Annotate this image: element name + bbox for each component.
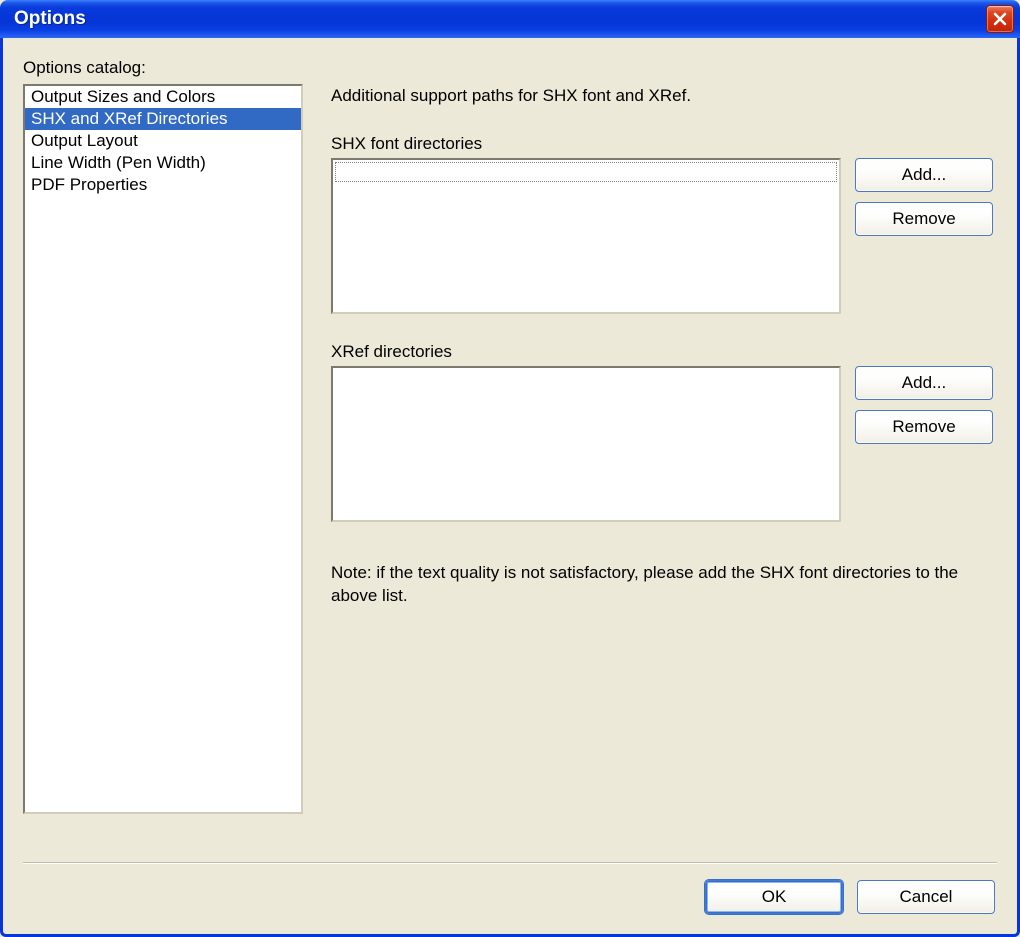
window-title: Options: [14, 8, 86, 30]
catalog-item-1[interactable]: SHX and XRef Directories: [25, 108, 301, 130]
shx-add-button[interactable]: Add...: [855, 158, 993, 192]
close-icon: [993, 12, 1007, 26]
xref-directories-label: XRef directories: [331, 342, 997, 362]
catalog-item-4[interactable]: PDF Properties: [25, 174, 301, 196]
xref-add-button[interactable]: Add...: [855, 366, 993, 400]
options-catalog-list[interactable]: Output Sizes and ColorsSHX and XRef Dire…: [23, 84, 303, 814]
catalog-item-2[interactable]: Output Layout: [25, 130, 301, 152]
right-panel: Additional support paths for SHX font an…: [331, 86, 997, 608]
shx-directories-list[interactable]: [331, 158, 841, 314]
shx-font-directories-label: SHX font directories: [331, 134, 997, 154]
cancel-button[interactable]: Cancel: [857, 880, 995, 914]
close-button[interactable]: [986, 5, 1014, 33]
xref-remove-button[interactable]: Remove: [855, 410, 993, 444]
ok-button[interactable]: OK: [705, 880, 843, 914]
panel-description: Additional support paths for SHX font an…: [331, 86, 691, 105]
catalog-item-0[interactable]: Output Sizes and Colors: [25, 86, 301, 108]
catalog-item-3[interactable]: Line Width (Pen Width): [25, 152, 301, 174]
shx-list-focus-row: [335, 162, 837, 182]
note-text: Note: if the text quality is not satisfa…: [331, 562, 971, 608]
xref-directories-list[interactable]: [331, 366, 841, 522]
options-catalog-label: Options catalog:: [23, 58, 997, 78]
separator: [23, 862, 997, 864]
title-bar[interactable]: Options: [0, 0, 1020, 38]
shx-remove-button[interactable]: Remove: [855, 202, 993, 236]
